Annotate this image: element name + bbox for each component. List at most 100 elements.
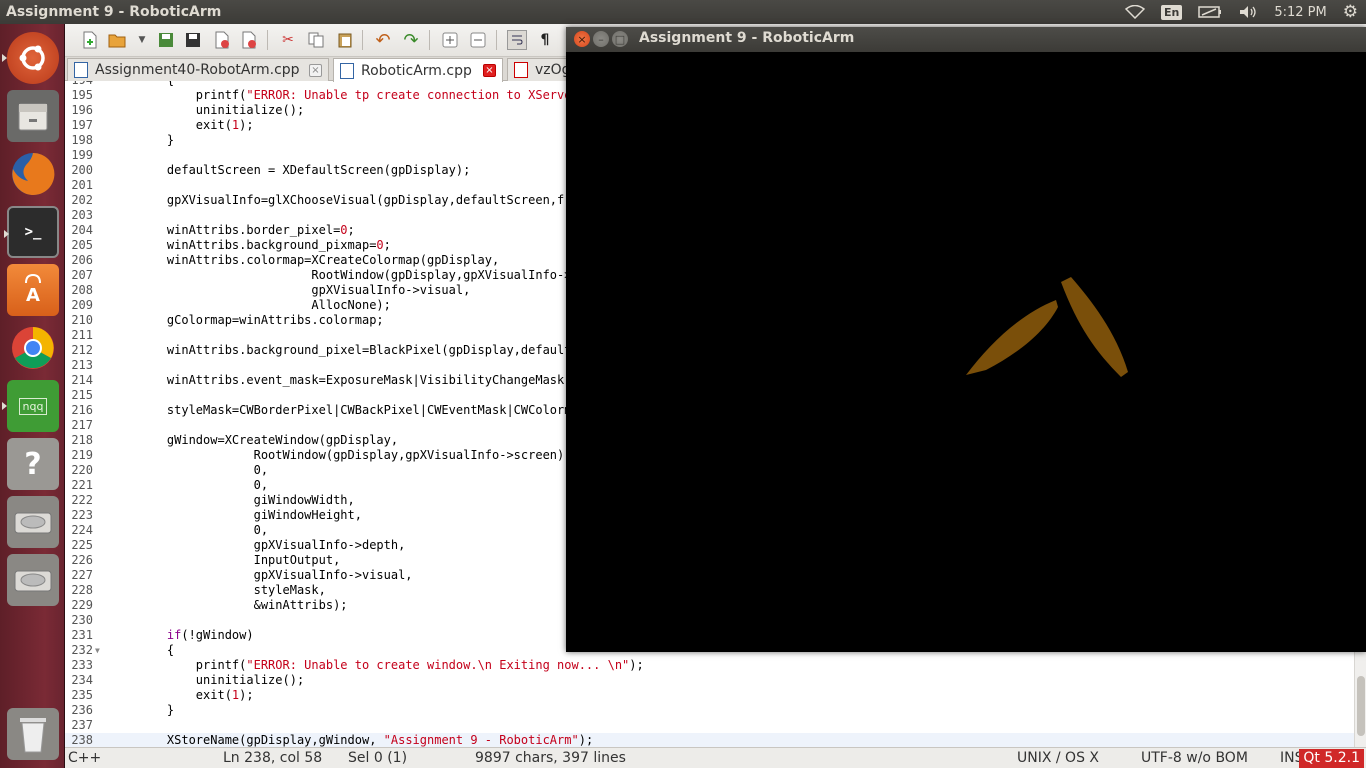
tab-close-icon[interactable]: × (309, 64, 322, 77)
close-all-icon[interactable] (239, 30, 259, 50)
line-code: winAttribs.background_pixmap=0; (138, 238, 391, 252)
fold-marker-icon[interactable]: ▼ (95, 643, 100, 658)
gl-titlebar[interactable]: × – □ Assignment 9 - RoboticArm (566, 27, 1366, 52)
close-file-icon[interactable] (212, 30, 232, 50)
qt-version-badge: Qt 5.2.1 (1299, 749, 1364, 768)
drive-launcher-2[interactable] (7, 554, 59, 606)
line-code: } (138, 703, 175, 717)
toolbar-separator (267, 30, 268, 50)
volume-icon[interactable] (1230, 0, 1266, 24)
line-code: gpXVisualInfo->visual, (138, 568, 413, 582)
lang-badge: En (1161, 4, 1183, 20)
open-folder-icon[interactable] (107, 30, 127, 50)
firefox-icon (12, 152, 55, 195)
selection-info: Sel 0 (1) (348, 750, 408, 766)
code-line[interactable]: 235 exit(1); (65, 688, 1365, 703)
new-file-icon[interactable] (80, 30, 100, 50)
toolbar-separator (362, 30, 363, 50)
ubuntu-logo-icon (19, 45, 45, 71)
line-number: 220 (71, 463, 93, 477)
line-number: 224 (71, 523, 93, 537)
cursor-position: Ln 238, col 58 (223, 750, 323, 766)
line-code: gWindow=XCreateWindow(gpDisplay, (138, 433, 399, 447)
line-number: 235 (71, 688, 93, 702)
code-line[interactable]: 234 uninitialize(); (65, 673, 1365, 688)
keyboard-layout-indicator[interactable]: En (1153, 0, 1190, 24)
line-code: uninitialize(); (138, 673, 305, 687)
clock[interactable]: 5:12 PM (1266, 0, 1334, 24)
eol-mode[interactable]: UNIX / OS X (1017, 750, 1099, 766)
chrome-launcher[interactable] (7, 322, 59, 374)
tab-label: RoboticArm.cpp (361, 62, 472, 79)
terminal-launcher[interactable]: >_ (4, 206, 59, 258)
minimize-icon[interactable]: – (593, 31, 609, 47)
gear-icon[interactable]: ⚙ (1335, 0, 1366, 24)
gl-window-title: Assignment 9 - RoboticArm (639, 30, 855, 46)
help-launcher[interactable]: ? (7, 438, 59, 490)
ubuntu-dash-button[interactable] (2, 32, 59, 84)
line-number: 217 (71, 418, 93, 432)
line-number: 228 (71, 583, 93, 597)
firefox-launcher[interactable] (7, 148, 59, 200)
line-number: 199 (71, 148, 93, 162)
line-code: uninitialize(); (138, 103, 305, 117)
close-icon[interactable]: × (574, 31, 590, 47)
line-number: 201 (71, 178, 93, 192)
undo-icon[interactable]: ↶ (373, 30, 393, 51)
code-line[interactable]: 237 (65, 718, 1365, 733)
svg-text:A: A (26, 285, 40, 306)
cut-icon[interactable]: ✂ (278, 30, 298, 50)
line-number: 222 (71, 493, 93, 507)
file-cabinet-icon (18, 103, 48, 131)
word-wrap-icon[interactable] (507, 30, 527, 50)
maximize-icon[interactable]: □ (612, 31, 628, 47)
tab-close-icon[interactable]: × (483, 64, 496, 77)
line-code: winAttribs.border_pixel=0; (138, 223, 355, 237)
paste-icon[interactable] (335, 30, 355, 50)
scrollbar-thumb[interactable] (1357, 676, 1365, 736)
save-icon[interactable] (156, 30, 176, 50)
line-number: 223 (71, 508, 93, 522)
line-number: 196 (71, 103, 93, 117)
save-all-icon[interactable] (183, 30, 203, 50)
line-number: 215 (71, 388, 93, 402)
files-launcher[interactable] (7, 90, 59, 142)
toolbar-separator (496, 30, 497, 50)
zoom-out-icon[interactable] (468, 30, 488, 50)
nqq-launcher[interactable]: nqq (2, 380, 59, 432)
code-line[interactable]: 238 XStoreName(gpDisplay,gWindow, "Assig… (65, 733, 1365, 747)
show-whitespace-icon[interactable]: ¶ (535, 30, 555, 50)
line-number: 205 (71, 238, 93, 252)
battery-icon[interactable] (1190, 0, 1230, 24)
software-center-launcher[interactable]: A (7, 264, 59, 316)
tab-roboticarm[interactable]: RoboticArm.cpp × (333, 58, 503, 82)
gl-canvas[interactable] (566, 52, 1366, 652)
line-number: 233 (71, 658, 93, 672)
wifi-icon[interactable] (1117, 0, 1153, 24)
file-icon (340, 62, 354, 79)
code-line[interactable]: 236 } (65, 703, 1365, 718)
line-number: 237 (71, 718, 93, 732)
copy-icon[interactable] (306, 30, 326, 50)
trash-launcher[interactable] (7, 708, 59, 760)
line-code: styleMask, (138, 583, 326, 597)
drive-launcher-1[interactable] (7, 496, 59, 548)
zoom-in-icon[interactable] (440, 30, 460, 50)
encoding[interactable]: UTF-8 w/o BOM (1141, 750, 1248, 766)
line-number: 226 (71, 553, 93, 567)
file-icon (74, 62, 88, 78)
redo-icon[interactable]: ↷ (401, 30, 421, 51)
line-code: defaultScreen = XDefaultScreen(gpDisplay… (138, 163, 471, 177)
language-indicator[interactable]: C++ (68, 750, 101, 766)
file-icon (514, 62, 528, 78)
open-dropdown-icon[interactable]: ▼ (132, 30, 152, 50)
line-code: gpXVisualInfo->visual, (138, 283, 471, 297)
running-indicator (2, 402, 7, 410)
tab-assignment40[interactable]: Assignment40-RobotArm.cpp × (67, 58, 329, 81)
line-number: 210 (71, 313, 93, 327)
code-line[interactable]: 233 printf("ERROR: Unable to create wind… (65, 658, 1365, 673)
chrome-icon (12, 327, 54, 369)
line-code: printf("ERROR: Unable to create window.\… (138, 658, 644, 672)
line-number: 238 (71, 733, 93, 747)
line-code: if(!gWindow) (166, 628, 254, 642)
